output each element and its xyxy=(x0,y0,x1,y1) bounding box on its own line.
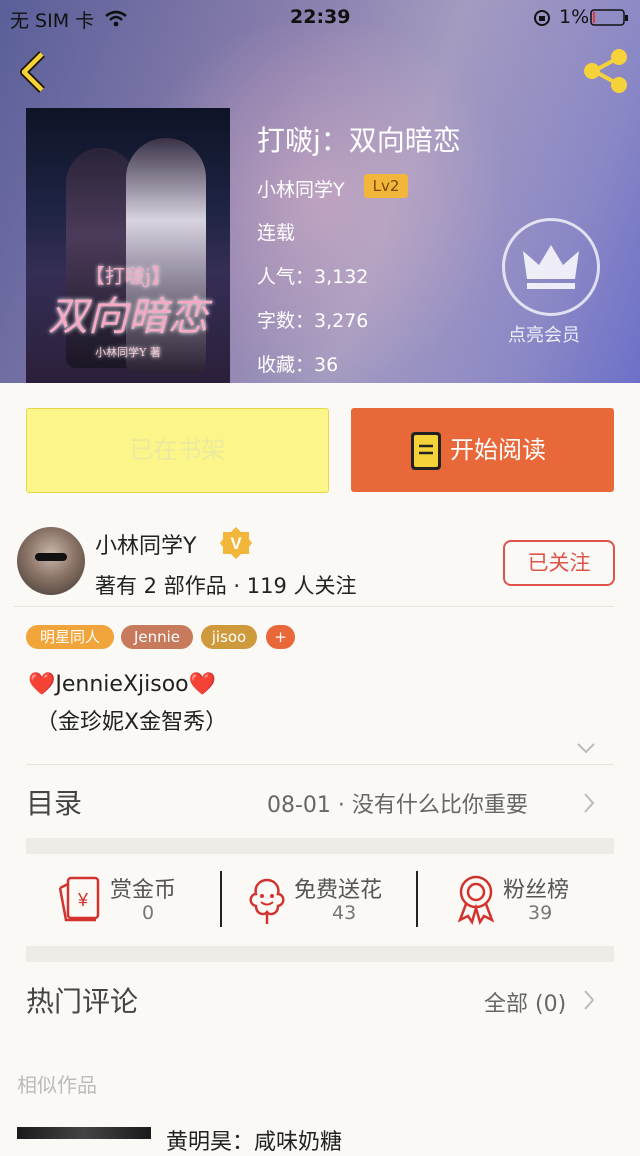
flower-icon xyxy=(249,878,285,924)
flowers-count: 43 xyxy=(332,902,357,924)
chevron-right-icon xyxy=(584,793,595,813)
author-stats: 著有 2 部作品 · 119 人关注 xyxy=(95,574,357,598)
similar-work-cover[interactable] xyxy=(17,1127,151,1139)
cover-author: 小林同学Y 著 xyxy=(95,346,161,359)
divider xyxy=(416,871,418,927)
similar-work-title[interactable]: 黄明昊：咸味奶糖 xyxy=(166,1124,342,1156)
reward-count: 0 xyxy=(142,902,155,924)
all-comments-link[interactable]: 全部 (0) xyxy=(484,986,566,1018)
vip-label[interactable]: 点亮会员 xyxy=(508,321,580,347)
add-tag-button[interactable]: + xyxy=(266,625,295,649)
hot-comments-label: 热门评论 xyxy=(26,985,139,1018)
orientation-lock-icon xyxy=(534,10,550,26)
expand-chevron-icon[interactable] xyxy=(576,742,596,754)
battery-icon xyxy=(590,9,628,26)
flowers-label: 免费送花 xyxy=(294,878,383,903)
popularity-stat: 人气：3,132 xyxy=(257,266,369,288)
send-flowers-button[interactable]: 免费送花 43 xyxy=(240,868,410,932)
tag-star-fanfic[interactable]: 明星同人 xyxy=(26,625,114,649)
book-title: 打啵j：双向暗恋 xyxy=(257,124,461,157)
verified-badge-icon: V xyxy=(219,526,253,560)
section-separator xyxy=(26,946,614,962)
toc-latest-chapter[interactable]: 08-01 · 没有什么比你重要 xyxy=(267,787,528,819)
ranking-count: 39 xyxy=(528,902,553,924)
start-reading-button[interactable]: 开始阅读 xyxy=(351,408,614,492)
svg-text:¥: ¥ xyxy=(77,890,89,910)
tag-jisoo[interactable]: jisoo xyxy=(201,625,257,649)
book-author[interactable]: 小林同学Y xyxy=(257,175,345,202)
divider xyxy=(14,606,614,607)
cover-title-line2: 双向暗恋 xyxy=(48,294,208,340)
tag-jennie[interactable]: Jennie xyxy=(121,625,193,649)
svg-text:V: V xyxy=(230,534,242,553)
author-name[interactable]: 小林同学Y xyxy=(95,528,196,560)
reward-label: 赏金币 xyxy=(110,878,177,903)
ranking-label: 粉丝榜 xyxy=(503,878,570,903)
on-shelf-button[interactable]: 已在书架 xyxy=(26,408,329,493)
battery-percent: 1% xyxy=(559,6,590,28)
favorites-stat: 收藏：36 xyxy=(257,354,339,376)
medal-icon xyxy=(457,875,495,925)
clock: 22:39 xyxy=(290,6,351,28)
description-line2: （金珍妮X金智秀） xyxy=(36,710,228,735)
chevron-right-icon xyxy=(584,990,595,1010)
crown-icon xyxy=(523,245,579,289)
divider xyxy=(220,871,222,927)
book-status: 连载 xyxy=(257,222,296,244)
back-arrow-icon[interactable] xyxy=(16,50,48,94)
level-badge: Lv2 xyxy=(364,174,408,198)
divider xyxy=(26,764,614,765)
author-avatar[interactable] xyxy=(17,527,85,595)
share-icon[interactable] xyxy=(582,48,630,94)
fan-ranking-button[interactable]: 粉丝榜 39 xyxy=(450,868,610,932)
vip-button[interactable] xyxy=(502,218,600,316)
word-count-stat: 字数：3,276 xyxy=(257,310,369,332)
follow-button[interactable]: 已关注 xyxy=(503,540,615,586)
similar-works-label: 相似作品 xyxy=(17,1073,97,1097)
start-reading-label: 开始阅读 xyxy=(450,436,546,464)
carrier-label: 无 SIM 卡 xyxy=(10,10,95,32)
book-icon xyxy=(411,432,441,470)
wifi-icon xyxy=(105,10,127,27)
reward-coins-button[interactable]: ¥ 赏金币 0 xyxy=(50,868,220,932)
toc-label[interactable]: 目录 xyxy=(26,782,82,822)
section-separator xyxy=(26,838,614,854)
red-envelope-icon: ¥ xyxy=(58,876,100,922)
description-line1: ❤️JennieXjisoo❤️ xyxy=(28,672,217,697)
book-cover[interactable]: 【打啵j】 双向暗恋 小林同学Y 著 xyxy=(26,108,230,383)
